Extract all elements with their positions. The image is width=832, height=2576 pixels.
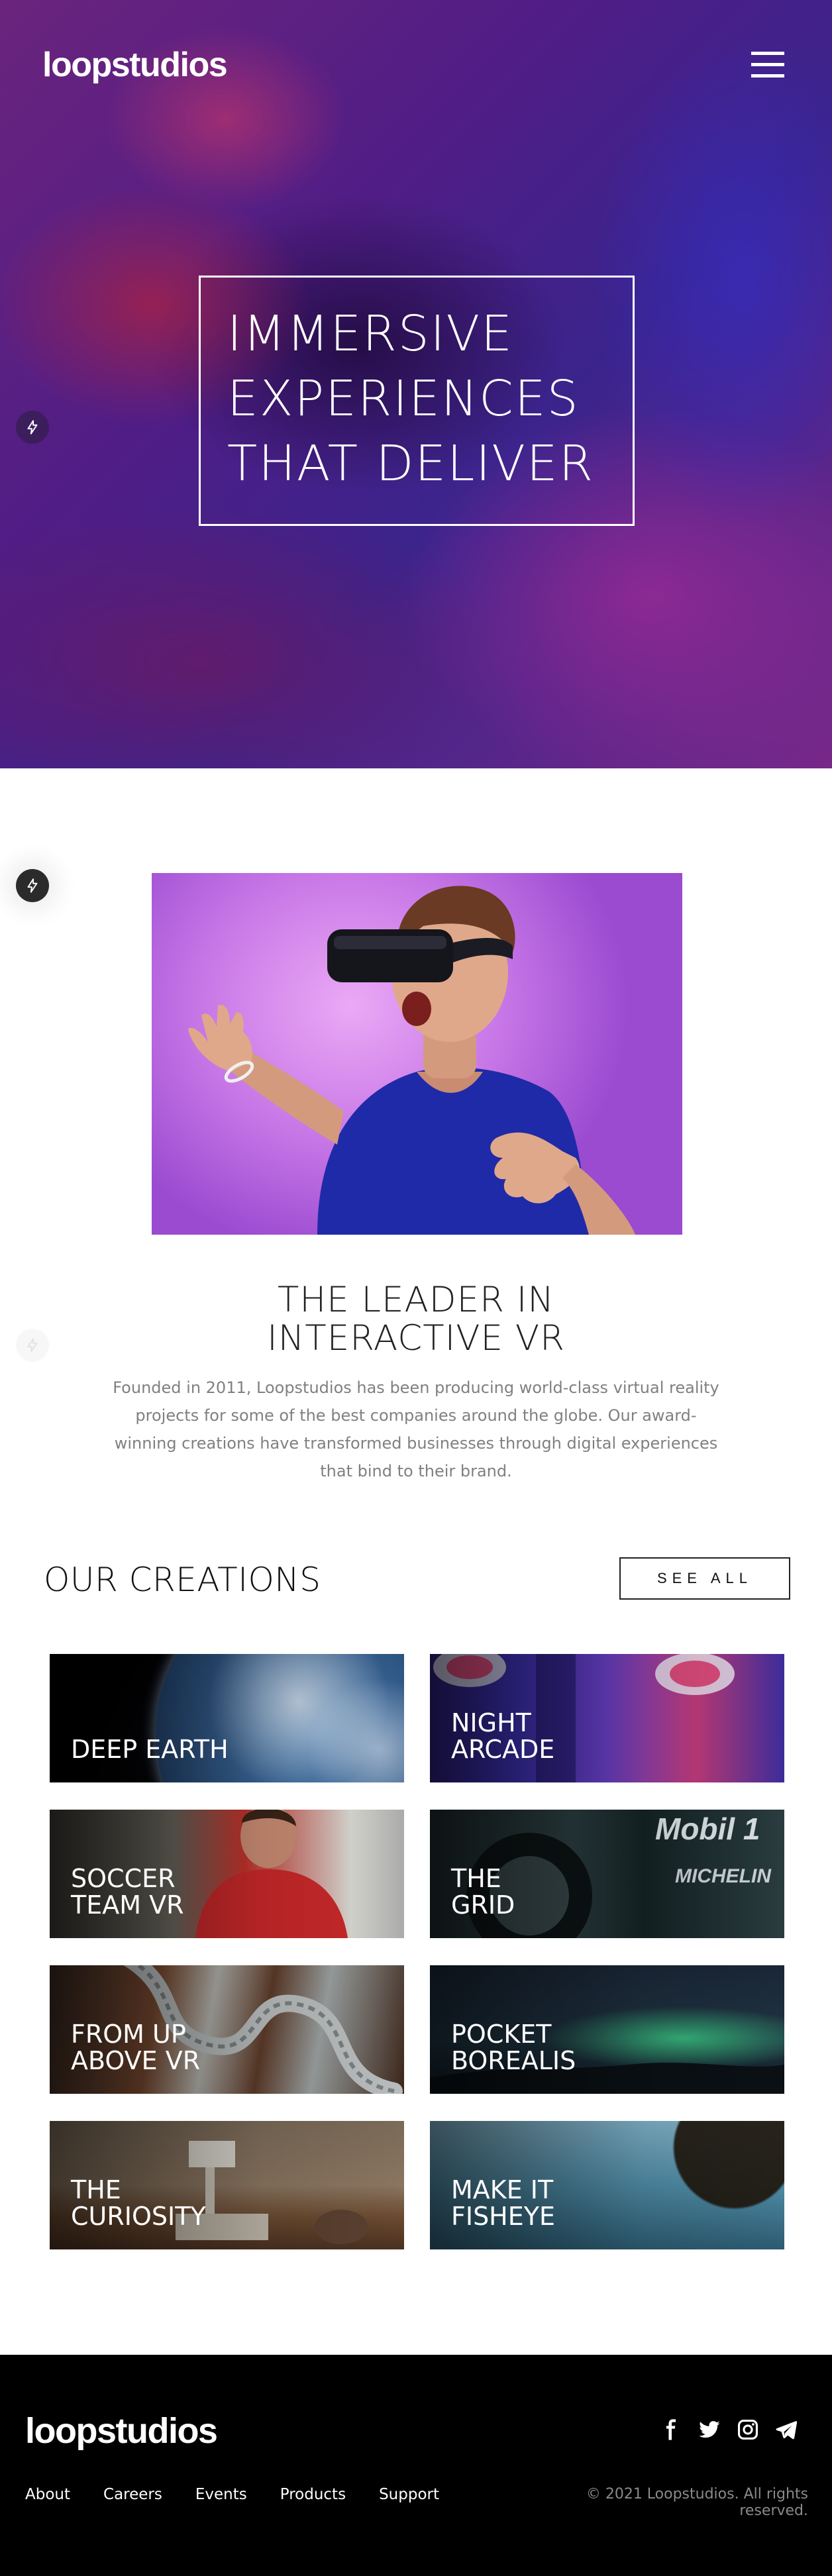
copyright: © 2021 Loopstudios. All rights reserved. (586, 2486, 808, 2519)
bolt-icon[interactable] (16, 1329, 49, 1362)
creation-card-label: NIGHT ARCADE (451, 1708, 555, 1764)
hamburger-menu-icon[interactable] (751, 52, 784, 78)
footer-nav: About Careers Events Products Support (25, 2486, 472, 2503)
site-logo[interactable]: loopstudios (42, 45, 228, 85)
creation-card-night-arcade[interactable]: NIGHT ARCADE (430, 1654, 784, 1782)
creation-card-label: THE CURIOSITY (71, 2175, 206, 2231)
creation-card-label: DEEP EARTH (71, 1735, 229, 1764)
hero-title-box: IMMERSIVE EXPERIENCES THAT DELIVER (199, 276, 635, 526)
creation-card-the-curiosity[interactable]: THE CURIOSITY (50, 2121, 404, 2249)
footer-link-support[interactable]: Support (379, 2486, 439, 2503)
hero-title: IMMERSIVE EXPERIENCES THAT DELIVER (227, 301, 606, 496)
leader-description: Founded in 2011, Loopstudios has been pr… (113, 1378, 719, 1480)
leader-title-line: INTERACTIVE VR (267, 1318, 565, 1359)
hero-title-line: THAT DELIVER (227, 435, 595, 492)
footer-link-about[interactable]: About (25, 2486, 70, 2503)
footer-link-careers[interactable]: Careers (103, 2486, 162, 2503)
see-all-button[interactable]: SEE ALL (619, 1557, 790, 1600)
leader-title-line: THE LEADER IN (277, 1280, 555, 1320)
creation-card-pocket-borealis[interactable]: POCKET BOREALIS (430, 1965, 784, 2094)
footer: loopstudios About Careers Events Product… (0, 2355, 832, 2576)
footer-logo[interactable]: loopstudios (25, 2410, 218, 2451)
facebook-icon[interactable] (660, 2418, 682, 2441)
creation-card-label: MAKE IT FISHEYE (451, 2175, 555, 2231)
leader-title: THE LEADER IN INTERACTIVE VR (0, 1281, 832, 1358)
telegram-icon[interactable] (775, 2418, 798, 2441)
hero-section: loopstudios IMMERSIVE EXPERIENCES THAT D… (0, 0, 832, 768)
creation-card-soccer-team-vr[interactable]: SOCCER TEAM VR (50, 1810, 404, 1938)
creation-card-from-up-above-vr[interactable]: FROM UP ABOVE VR (50, 1965, 404, 2094)
footer-link-products[interactable]: Products (280, 2486, 346, 2503)
hero-title-line: IMMERSIVE (227, 305, 513, 362)
creation-card-label: FROM UP ABOVE VR (71, 2020, 201, 2075)
instagram-icon[interactable] (737, 2418, 759, 2441)
bolt-icon[interactable] (16, 869, 49, 902)
creations-title: OUR CREATIONS (44, 1561, 321, 1599)
footer-link-events[interactable]: Events (195, 2486, 247, 2503)
bolt-icon[interactable] (16, 411, 49, 444)
creation-card-label: POCKET BOREALIS (451, 2020, 576, 2075)
creation-card-label: SOCCER TEAM VR (71, 1864, 184, 1920)
hero-title-line: EXPERIENCES (227, 370, 580, 427)
creation-card-label: THE GRID (451, 1864, 515, 1920)
vr-headset-image (152, 873, 682, 1235)
creation-card-make-it-fisheye[interactable]: MAKE IT FISHEYE (430, 2121, 784, 2249)
creation-card-the-grid[interactable]: Mobil 1 MICHELIN THE GRID (430, 1810, 784, 1938)
creation-card-deep-earth[interactable]: DEEP EARTH (50, 1654, 404, 1782)
twitter-icon[interactable] (698, 2418, 721, 2441)
